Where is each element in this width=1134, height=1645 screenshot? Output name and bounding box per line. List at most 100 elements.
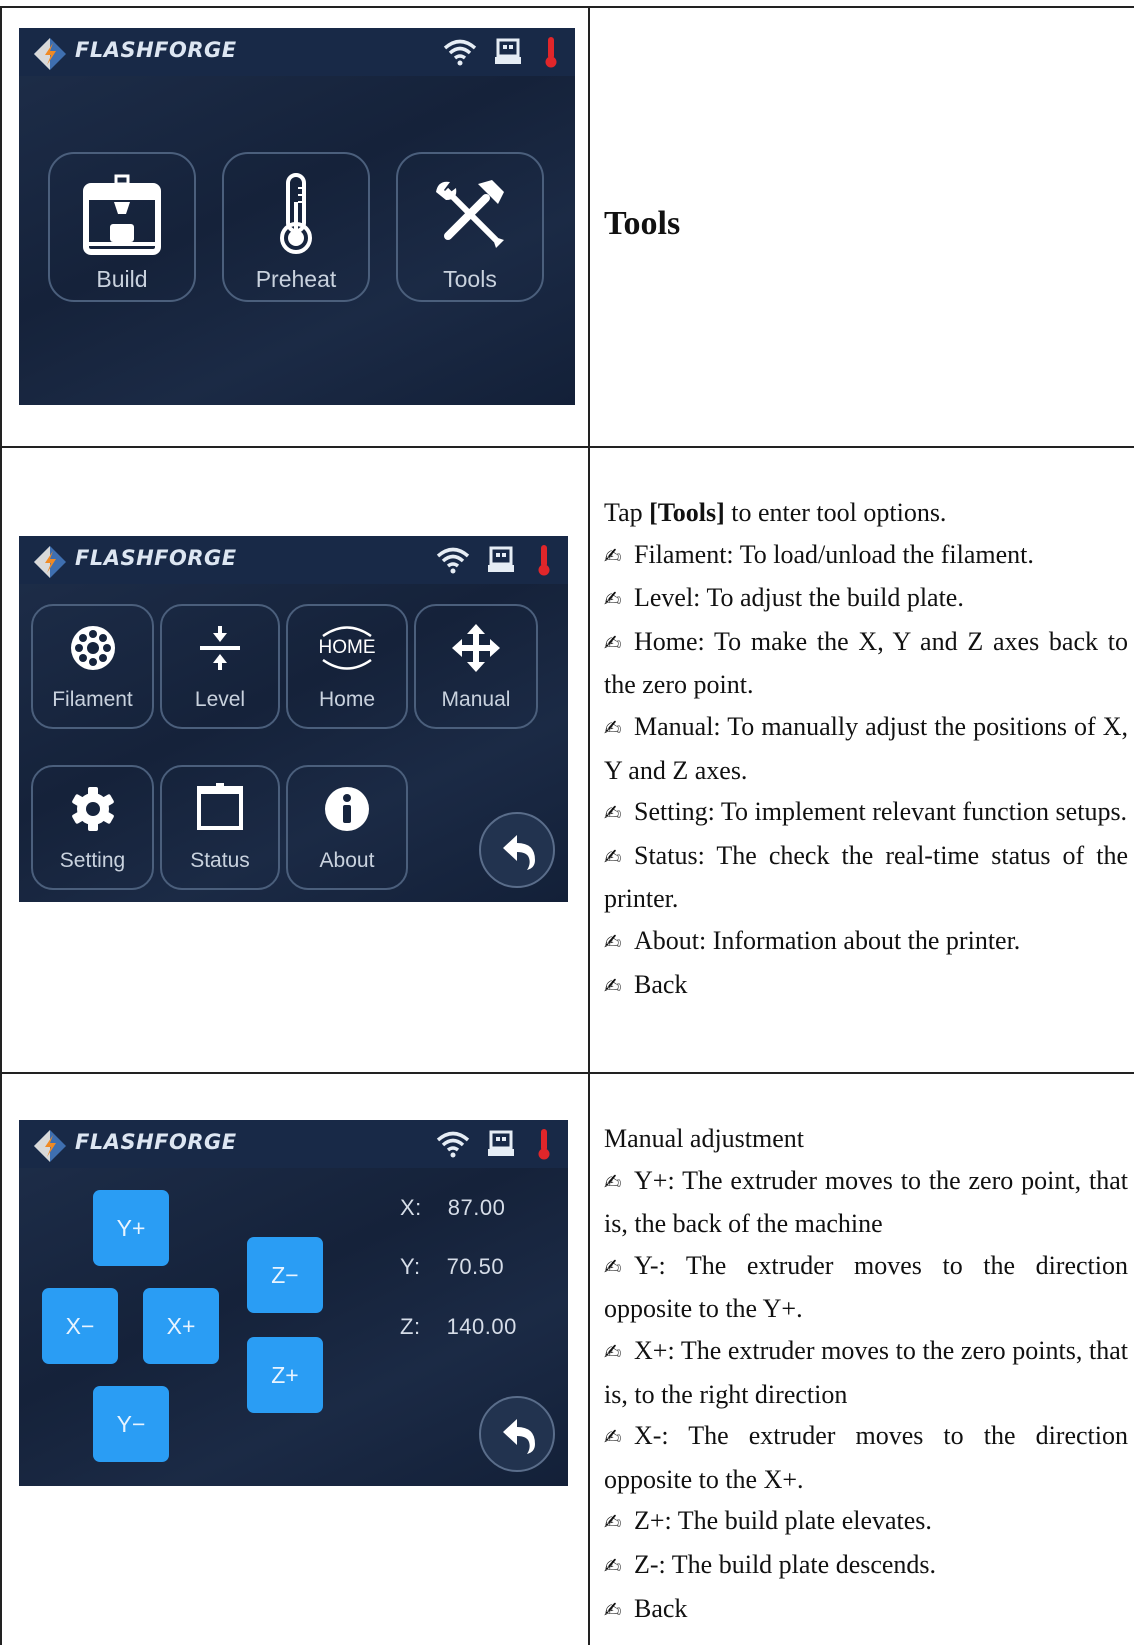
status-icon <box>197 783 243 830</box>
temperature-icon <box>538 545 550 576</box>
build-tile[interactable]: Build <box>48 152 196 302</box>
y-minus-button[interactable]: Y− <box>93 1386 169 1462</box>
pencil-icon: ✍ <box>604 844 622 869</box>
list-item: ✍ Setting: To implement relevant function… <box>604 791 1128 835</box>
preheat-tile[interactable]: Preheat <box>222 152 370 302</box>
list-item: ✍ X-: The extruder moves to the direction… <box>604 1415 1128 1500</box>
usb-icon <box>495 38 521 64</box>
pencil-icon: ✍ <box>604 715 622 740</box>
home-tile[interactable]: HOME Home <box>286 604 408 729</box>
back-icon <box>503 835 535 870</box>
gear-icon <box>71 787 114 831</box>
pencil-icon: ✍ <box>604 1425 622 1450</box>
flashforge-logo-icon <box>34 1130 66 1162</box>
coord-label: Y: <box>400 1254 421 1279</box>
usb-icon <box>488 1130 514 1156</box>
brand-name: FLASHFORGE <box>75 1130 237 1154</box>
home-icon: HOME <box>288 624 406 676</box>
pencil-icon: ✍ <box>604 587 622 612</box>
manual-description: Manual adjustment ✍ Y+: The extruder move… <box>604 1118 1128 1631</box>
pencil-icon: ✍ <box>604 543 622 568</box>
pencil-icon: ✍ <box>604 1597 622 1622</box>
list-item: ✍ Back <box>604 1588 1128 1632</box>
wifi-icon <box>443 39 477 66</box>
list-item: ✍ X+: The extruder moves to the zero poin… <box>604 1330 1128 1415</box>
filament-tile[interactable]: Filament <box>31 604 154 729</box>
coord-value: 140.00 <box>446 1314 517 1339</box>
level-tile[interactable]: Level <box>160 604 280 729</box>
coord-value: 87.00 <box>447 1195 506 1220</box>
status-bar: FLASHFORGE <box>19 1120 568 1168</box>
status-bar: FLASHFORGE <box>19 536 568 584</box>
setting-tile[interactable]: Setting <box>31 765 154 890</box>
pencil-icon: ✍ <box>604 630 622 655</box>
about-tile[interactable]: About <box>286 765 408 890</box>
x-minus-button[interactable]: X− <box>42 1288 118 1364</box>
tile-label: Build <box>96 266 148 292</box>
list-item: ✍ About: Information about the printer. <box>604 920 1128 964</box>
tools-icon <box>436 180 504 248</box>
tile-label: Level <box>194 688 246 711</box>
manual-screen: FLASHFORGE Y+ X− X+ Y− Z− Z+ X: 87.00 Y: 7… <box>19 1120 568 1486</box>
y-coordinate: Y: 70.50 <box>400 1254 504 1280</box>
flashforge-logo-icon <box>34 38 66 70</box>
list-item: ✍ Z-: The build plate descends. <box>604 1544 1128 1588</box>
section-title: Tools <box>604 205 681 242</box>
filament-icon <box>70 626 115 670</box>
back-button[interactable] <box>479 1396 555 1472</box>
y-plus-button[interactable]: Y+ <box>93 1190 169 1266</box>
pencil-icon: ✍ <box>604 929 622 954</box>
list-item: ✍ Manual: To manually adjust the position… <box>604 706 1128 791</box>
status-tile[interactable]: Status <box>160 765 280 890</box>
wifi-icon <box>436 1131 470 1158</box>
brand-name: FLASHFORGE <box>75 38 237 62</box>
tools-screen: FLASHFORGE Filament Level HOME Home Manu… <box>19 536 568 902</box>
list-item: ✍ Filament: To load/unload the filament. <box>604 534 1128 578</box>
pencil-icon: ✍ <box>604 1169 622 1194</box>
x-plus-button[interactable]: X+ <box>143 1288 219 1364</box>
brand-name: FLASHFORGE <box>75 546 237 570</box>
status-bar: FLASHFORGE <box>19 28 575 76</box>
pencil-icon: ✍ <box>604 973 622 998</box>
tile-label: Preheat <box>255 266 337 292</box>
level-icon <box>200 626 240 670</box>
coord-label: X: <box>400 1195 422 1220</box>
manual-tile[interactable]: Manual <box>414 604 538 729</box>
build-icon <box>83 174 161 255</box>
tile-label: Tools <box>443 266 497 292</box>
tile-label: Filament <box>52 688 133 711</box>
pencil-icon: ✍ <box>604 1510 622 1535</box>
tile-label: About <box>319 849 375 872</box>
temperature-icon <box>545 37 557 68</box>
tile-label: Home <box>318 688 376 711</box>
z-plus-button[interactable]: Z+ <box>247 1337 323 1413</box>
tools-tile[interactable]: Tools <box>396 152 544 302</box>
section-heading: Manual adjustment <box>604 1124 805 1153</box>
usb-icon <box>488 546 514 572</box>
thermometer-icon <box>280 173 312 254</box>
list-item: ✍ Home: To make the X, Y and Z axes back … <box>604 621 1128 706</box>
info-icon <box>325 787 369 831</box>
z-minus-button[interactable]: Z− <box>247 1237 323 1313</box>
z-coordinate: Z: 140.00 <box>400 1314 517 1340</box>
move-icon <box>452 624 500 672</box>
home-icon-text: HOME <box>318 637 376 658</box>
list-item: ✍ Z+: The build plate elevates. <box>604 1500 1128 1544</box>
tile-label: Manual <box>441 688 511 711</box>
list-item: ✍ Status: The check the real-time status … <box>604 835 1128 920</box>
list-item: ✍ Y-: The extruder moves to the direction… <box>604 1245 1128 1330</box>
tools-description: Tap [Tools] to enter tool options. ✍ Fila… <box>604 492 1128 1007</box>
tools-keyword: [Tools] <box>649 498 725 527</box>
temperature-icon <box>538 1129 550 1160</box>
back-icon <box>503 1419 535 1454</box>
pencil-icon: ✍ <box>604 1254 622 1279</box>
list-item: ✍ Level: To adjust the build plate. <box>604 577 1128 621</box>
tile-label: Setting <box>59 849 126 872</box>
back-button[interactable] <box>479 812 555 888</box>
pencil-icon: ✍ <box>604 801 622 826</box>
tile-label: Status <box>190 849 250 872</box>
list-item: ✍ Back <box>604 964 1128 1008</box>
pencil-icon: ✍ <box>604 1553 622 1578</box>
main-menu-screen: FLASHFORGE Build Preheat Tools <box>19 28 575 405</box>
pencil-icon: ✍ <box>604 1339 622 1364</box>
